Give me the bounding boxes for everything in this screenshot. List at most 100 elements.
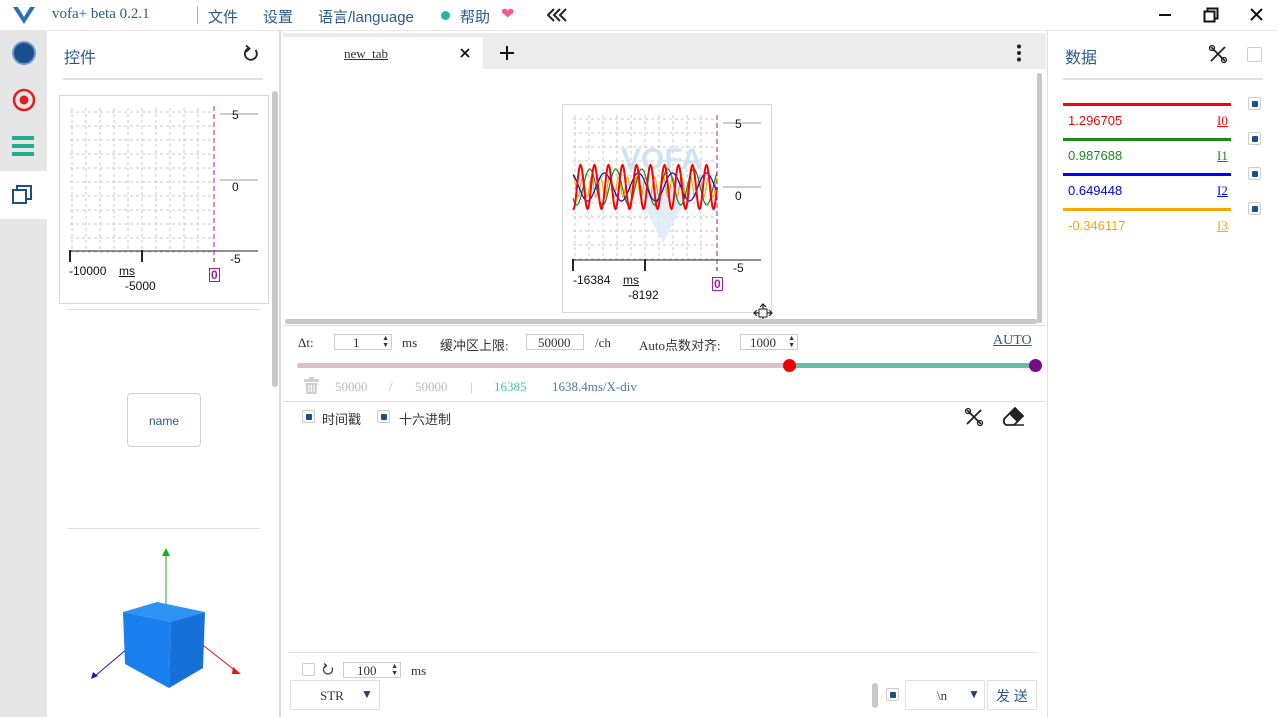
plot-xtick: -8192: [628, 288, 659, 302]
channel-visible-checkbox[interactable]: [1248, 202, 1261, 215]
connect-button[interactable]: [0, 31, 47, 77]
tools-icon[interactable]: [964, 407, 984, 427]
channel-color-bar: [1063, 173, 1231, 176]
close-button[interactable]: [1250, 8, 1263, 21]
select-all-checkbox[interactable]: [1247, 47, 1262, 62]
auto-align-value: 1000: [750, 335, 776, 350]
plot-vertical-scrollbar[interactable]: [1037, 73, 1042, 323]
mini-plot-ytick: -5: [230, 252, 241, 266]
timed-send-checkbox[interactable]: [302, 663, 315, 676]
close-tab-icon[interactable]: [460, 48, 470, 58]
collapse-chevrons-icon[interactable]: [547, 8, 569, 22]
channel-visible-checkbox[interactable]: [1248, 167, 1261, 180]
menu-language[interactable]: 语言/language: [318, 6, 414, 27]
hex-checkbox[interactable]: [377, 410, 390, 423]
add-tab-icon[interactable]: [500, 46, 514, 60]
spinner-arrows-icon[interactable]: ▲ ▼: [382, 335, 389, 349]
channel-color-bar: [1063, 103, 1231, 106]
dt-value: 1: [353, 335, 360, 350]
channel-row[interactable]: -0.346117 I3: [1063, 202, 1273, 238]
timestamp-label: 时间戳: [322, 412, 362, 427]
buffer-input[interactable]: 50000: [526, 334, 584, 350]
auto-align-label: Auto点数对齐:: [639, 338, 721, 353]
cube-3d-widget[interactable]: [87, 546, 247, 706]
heart-icon[interactable]: ❤: [501, 4, 514, 24]
send-scrollbar[interactable]: [872, 683, 878, 708]
channel-color-bar: [1063, 138, 1231, 141]
receive-area: 时间戳 十六进制: [283, 401, 1046, 654]
spinner-arrows-icon[interactable]: ▲ ▼: [788, 335, 795, 349]
send-button[interactable]: 发 送: [987, 680, 1037, 710]
widgets-panel-title: 控件: [64, 50, 97, 67]
line-ending-checkbox[interactable]: [886, 688, 899, 701]
dt-input[interactable]: 1 ▲ ▼: [334, 334, 392, 350]
protocol-button[interactable]: [0, 123, 47, 169]
menu-file[interactable]: 文件: [208, 6, 238, 27]
channel-name[interactable]: I0: [1217, 113, 1228, 129]
title-bar: vofa+ beta 0.2.1 文件 设置 语言/language 帮助 ❤: [0, 0, 1277, 31]
waveform-widget[interactable]: VOFA 5 0 -5 -16384 ms -8192 0: [562, 104, 772, 313]
menu-settings[interactable]: 设置: [263, 6, 293, 27]
channel-row[interactable]: 0.649448 I2: [1063, 167, 1273, 203]
timestamp-checkbox[interactable]: [302, 410, 315, 423]
format-select[interactable]: STR ▼: [290, 680, 380, 710]
name-button-widget[interactable]: name: [127, 393, 201, 447]
range-start-handle[interactable]: [782, 359, 796, 372]
range-slider[interactable]: [297, 359, 1042, 372]
plot-cursor-label[interactable]: 0: [712, 277, 723, 291]
mini-plot-cursor-label[interactable]: 0: [209, 268, 220, 282]
interval-input[interactable]: 100 ▲ ▼: [343, 662, 401, 678]
channel-visible-checkbox[interactable]: [1248, 97, 1261, 110]
trash-icon[interactable]: [304, 377, 319, 394]
restore-button[interactable]: [1203, 7, 1219, 23]
acquisition-controls: Δt: 1 ▲ ▼ ms 缓冲区上限: 50000 /ch Auto点数对齐: 1…: [283, 325, 1046, 401]
channel-row[interactable]: 1.296705 I0: [1063, 97, 1273, 133]
dt-unit: ms: [402, 335, 418, 350]
channel-name[interactable]: I1: [1217, 148, 1228, 164]
spinner-arrows-icon[interactable]: ▲ ▼: [391, 663, 398, 677]
channel-row[interactable]: 0.987688 I1: [1063, 132, 1273, 168]
buffer-label: 缓冲区上限:: [440, 338, 509, 353]
record-target-icon: [12, 88, 36, 112]
channel-name[interactable]: I2: [1217, 183, 1228, 199]
buffer-count: 50000: [335, 379, 368, 394]
refresh-icon[interactable]: [243, 45, 259, 62]
plot-ytick: 5: [735, 117, 742, 131]
menu-help[interactable]: 帮助: [460, 6, 490, 27]
mini-plot-widget[interactable]: 5 0 -5 -10000 ms -5000 0: [59, 95, 269, 304]
hex-label: 十六进制: [399, 412, 452, 427]
repeat-icon: [322, 663, 334, 675]
line-ending-select[interactable]: \n ▼: [905, 680, 985, 710]
tab-new-tab[interactable]: new_tab: [283, 37, 483, 69]
dropdown-arrow-icon: ▼: [361, 687, 373, 701]
left-panel-scrollbar[interactable]: [272, 91, 278, 387]
tools-icon[interactable]: [1208, 44, 1228, 64]
auto-align-input[interactable]: 1000 ▲ ▼: [740, 334, 798, 350]
points-count: 16385: [494, 379, 527, 394]
channel-color-bar: [1063, 208, 1231, 211]
range-end-handle[interactable]: [1029, 359, 1042, 372]
widgets-tab-button[interactable]: [0, 171, 47, 219]
mini-plot-xtick: -5000: [125, 279, 156, 293]
plot-ytick: 0: [735, 189, 742, 203]
more-vertical-icon[interactable]: [1016, 44, 1022, 62]
channel-value: 1.296705: [1068, 113, 1123, 128]
vofa-logo-icon: [13, 6, 35, 24]
buffer-value: 50000: [538, 335, 571, 350]
format-value: STR: [320, 688, 344, 703]
auto-button[interactable]: AUTO: [993, 333, 1032, 349]
plot-xtick: -16384: [573, 273, 611, 287]
channel-visible-checkbox[interactable]: [1248, 132, 1261, 145]
eraser-icon[interactable]: [1003, 406, 1025, 426]
channel-name[interactable]: I3: [1217, 218, 1228, 234]
plot-horizontal-scrollbar[interactable]: [285, 319, 1037, 324]
minimize-button[interactable]: [1159, 14, 1171, 16]
channel-value: -0.346117: [1068, 218, 1126, 233]
windows-icon: [12, 185, 32, 204]
interval-value: 100: [357, 663, 377, 678]
record-button[interactable]: [0, 77, 47, 123]
mini-plot-ytick: 5: [232, 108, 239, 122]
side-icon-strip: [0, 31, 47, 717]
list-icon: [12, 136, 34, 156]
panel-divider: [67, 528, 260, 529]
